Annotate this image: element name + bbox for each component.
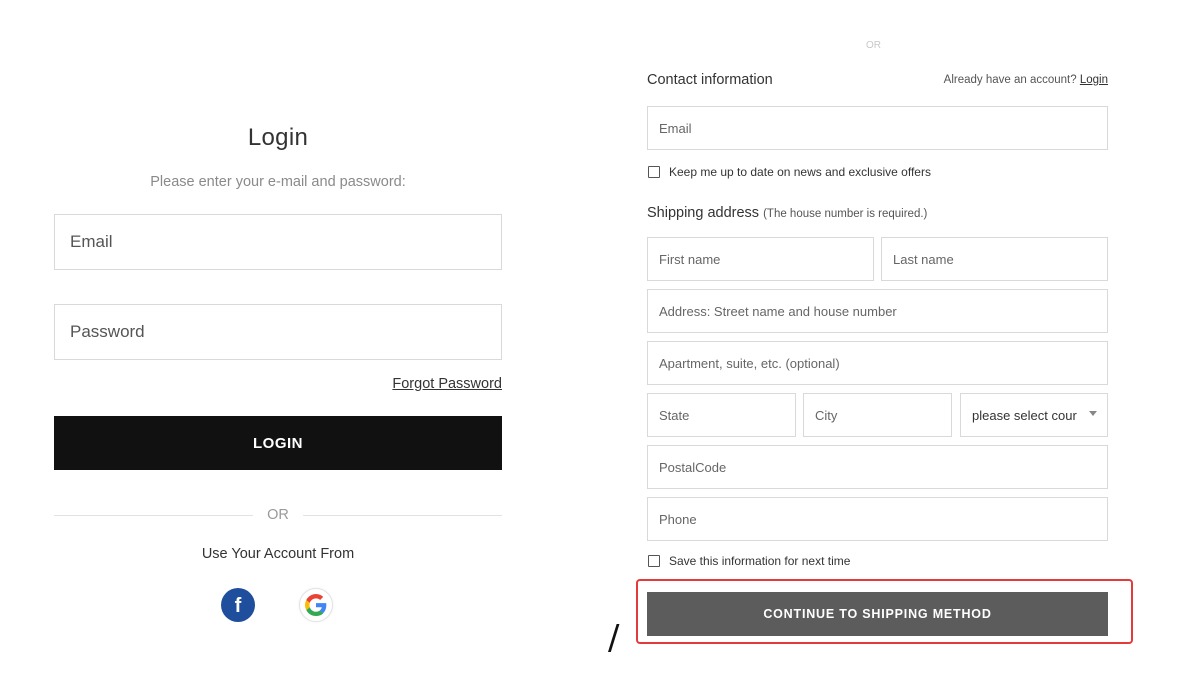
caret-down-icon xyxy=(1089,411,1097,416)
phone-input[interactable] xyxy=(647,497,1108,541)
save-info-label: Save this information for next time xyxy=(669,554,851,568)
facebook-login-button[interactable]: f xyxy=(221,588,255,622)
login-password-input[interactable] xyxy=(54,304,502,360)
or-line-left xyxy=(54,514,254,516)
shipping-address-title: Shipping address (The house number is re… xyxy=(647,205,927,221)
slash-mark: / xyxy=(608,618,620,658)
shipping-address-label: Shipping address xyxy=(647,205,760,221)
city-input[interactable] xyxy=(803,393,952,437)
keep-updated-checkbox[interactable] xyxy=(648,166,660,178)
address-input[interactable] xyxy=(647,289,1108,333)
save-info-checkbox[interactable] xyxy=(648,555,660,567)
state-input[interactable] xyxy=(647,393,796,437)
continue-to-shipping-button[interactable]: CONTINUE TO SHIPPING METHOD xyxy=(647,592,1108,636)
country-select-value: please select cour xyxy=(972,407,1077,423)
facebook-icon: f xyxy=(235,595,242,617)
or-label: OR xyxy=(267,507,289,523)
forgot-password-link[interactable]: Forgot Password xyxy=(392,376,502,392)
or-line-right xyxy=(302,514,502,516)
shipping-address-note: (The house number is required.) xyxy=(763,208,928,220)
keep-updated-label: Keep me up to date on news and exclusive… xyxy=(669,165,931,179)
login-title: Login xyxy=(247,124,309,151)
first-name-input[interactable] xyxy=(647,237,874,281)
checkout-login-link[interactable]: Login xyxy=(1080,74,1108,86)
use-account-label: Use Your Account From xyxy=(201,546,355,562)
google-login-button[interactable] xyxy=(299,588,333,622)
apartment-input[interactable] xyxy=(647,341,1108,385)
save-info-row: Save this information for next time xyxy=(648,554,850,568)
facebook-glyph: f xyxy=(235,595,242,617)
google-icon xyxy=(305,594,327,616)
already-account-text: Already have an account? Login xyxy=(944,74,1108,86)
or-divider: OR xyxy=(54,505,502,525)
postal-code-input[interactable] xyxy=(647,445,1108,489)
or-faded-label: OR xyxy=(866,40,881,51)
country-select[interactable]: please select cour xyxy=(960,393,1108,437)
already-account-label: Already have an account? xyxy=(943,74,1077,86)
login-subtitle: Please enter your e-mail and password: xyxy=(150,174,406,190)
login-email-input[interactable] xyxy=(54,214,502,270)
last-name-input[interactable] xyxy=(881,237,1108,281)
checkout-email-input[interactable] xyxy=(647,106,1108,150)
login-button[interactable]: LOGIN xyxy=(54,416,502,470)
contact-information-title: Contact information xyxy=(647,72,773,88)
keep-updated-row: Keep me up to date on news and exclusive… xyxy=(648,165,931,179)
